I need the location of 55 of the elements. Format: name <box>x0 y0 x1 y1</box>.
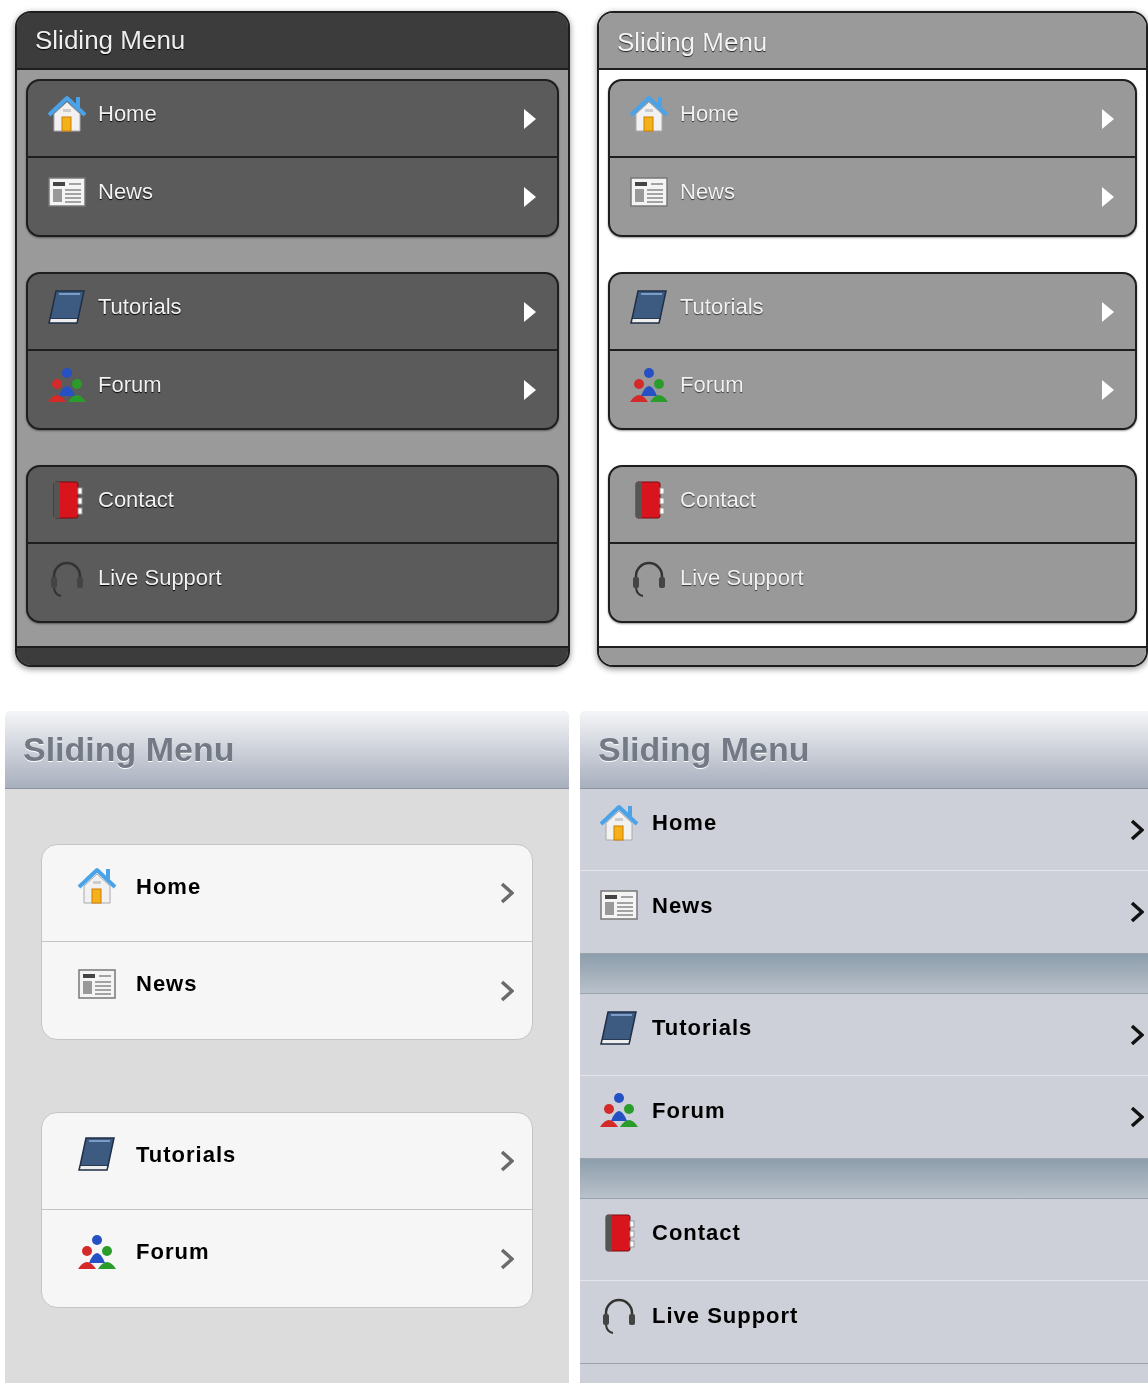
menu-item[interactable]: Tutorials <box>580 994 1148 1076</box>
house-icon <box>628 93 670 134</box>
menu-item-label: Contact <box>98 486 175 514</box>
menu-item-label: Tutorials <box>136 1140 238 1169</box>
menu-item-label: Forum <box>136 1238 211 1266</box>
menu-item[interactable]: Contact <box>580 1199 1148 1281</box>
house-icon <box>46 93 88 134</box>
menu-item[interactable]: Live Support <box>580 1281 1148 1363</box>
menu-item[interactable]: Home <box>42 845 532 942</box>
book-icon <box>76 1134 118 1174</box>
house-icon <box>76 866 118 906</box>
people-icon <box>46 365 88 404</box>
menu-item-label: Home <box>98 100 158 128</box>
people-icon <box>76 1232 118 1271</box>
menu-item-label: Live Support <box>98 564 223 592</box>
menu-item-label: Home <box>652 809 719 837</box>
menu-item[interactable]: Forum <box>580 1076 1148 1158</box>
menu-item[interactable]: News <box>42 942 532 1039</box>
menu-item-label: News <box>652 891 715 920</box>
menu-item-label: Home <box>136 872 203 901</box>
menu-item-label: Forum <box>680 371 745 399</box>
menu-title: Sliding Menu <box>617 25 768 59</box>
menu-item-label: Live Support <box>652 1301 800 1330</box>
menu-item-label: Live Support <box>680 564 805 592</box>
menu-item-label: Contact <box>680 486 757 514</box>
menu-item-label: News <box>98 178 154 206</box>
house-icon <box>598 802 640 843</box>
menu-item-label: Tutorials <box>98 293 183 321</box>
menu-item-label: Forum <box>98 371 163 399</box>
newspaper-icon <box>76 966 118 1001</box>
menu-item[interactable]: Forum <box>28 351 557 428</box>
people-icon <box>628 365 670 404</box>
menu-item[interactable]: Contact <box>28 467 557 544</box>
menu-item[interactable]: Forum <box>42 1210 532 1307</box>
menu-item-label: Forum <box>652 1096 727 1125</box>
menu-item-label: Home <box>680 100 740 128</box>
people-icon <box>598 1091 640 1129</box>
menu-title: Sliding Menu <box>598 729 810 770</box>
menu-item-label: Tutorials <box>680 293 765 321</box>
menu-item-label: News <box>680 178 736 206</box>
newspaper-icon <box>628 174 670 209</box>
menu-title: Sliding Menu <box>23 729 235 770</box>
menu-item-label: Contact <box>652 1219 742 1247</box>
menu-item[interactable]: Home <box>580 789 1148 871</box>
menu-title: Sliding Menu <box>35 24 186 57</box>
menu-item[interactable]: Home <box>28 81 557 158</box>
menu-item-label: Tutorials <box>652 1014 754 1042</box>
menu-item[interactable]: Live Support <box>28 544 557 621</box>
menu-item[interactable]: News <box>580 871 1148 953</box>
menu-item-label: News <box>136 970 199 998</box>
newspaper-icon <box>46 174 88 209</box>
menu-item[interactable]: Tutorials <box>28 274 557 351</box>
menu-item[interactable]: News <box>28 158 557 235</box>
newspaper-icon <box>598 888 640 922</box>
menu-item[interactable]: Tutorials <box>42 1113 532 1210</box>
